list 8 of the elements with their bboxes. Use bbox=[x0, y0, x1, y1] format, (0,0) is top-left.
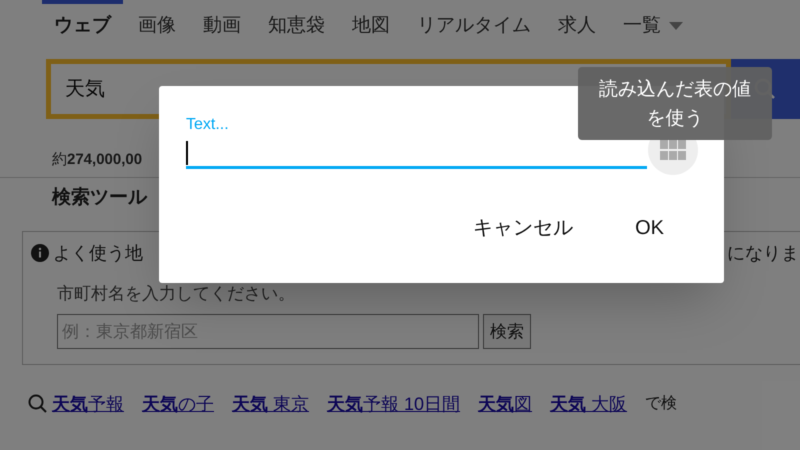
tools-heading: 検索ツール bbox=[52, 187, 147, 208]
suffix-text: で検 bbox=[645, 394, 678, 414]
field-label: Text... bbox=[186, 115, 229, 135]
notice-text: になりま bbox=[727, 242, 799, 264]
prompt-text: 市町村名を入力してください。 bbox=[57, 282, 296, 304]
result-count: 約274,000,00 bbox=[52, 150, 142, 168]
tooltip: 読み込んだ表の値を使う bbox=[578, 67, 772, 140]
notice-text: よく使う地 bbox=[53, 242, 143, 264]
